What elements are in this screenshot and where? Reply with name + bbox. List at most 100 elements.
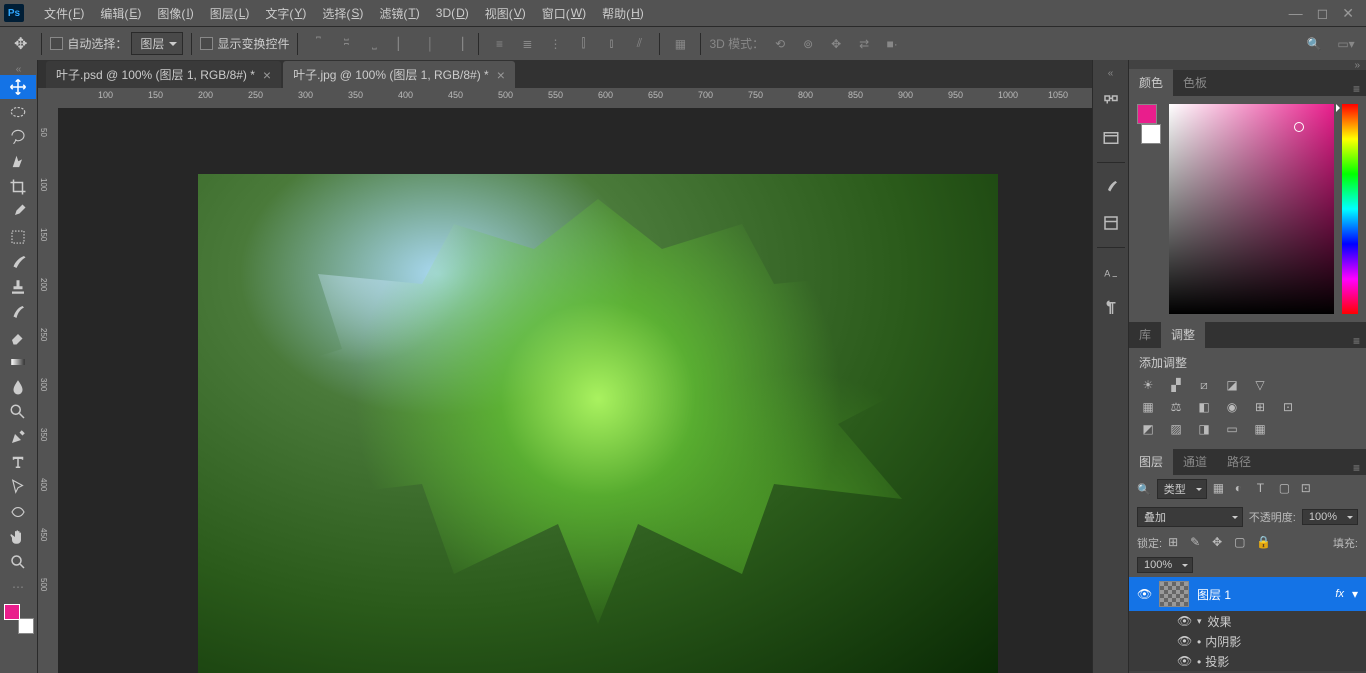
visibility-toggle[interactable]: 👁 <box>1177 634 1191 648</box>
color-panel-menu[interactable]: ≡ <box>1347 82 1366 96</box>
curves-icon[interactable]: ⧄ <box>1195 377 1213 393</box>
shape-tool[interactable] <box>0 500 36 524</box>
channel-mixer-icon[interactable]: ⊞ <box>1251 399 1269 415</box>
color-swatches[interactable] <box>4 604 34 634</box>
tab-close-icon[interactable]: × <box>497 67 505 83</box>
tab-layers[interactable]: 图层 <box>1129 448 1173 475</box>
align-top-icon[interactable]: ⎴ <box>306 32 330 56</box>
screen-mode-icon[interactable]: ▭▾ <box>1334 32 1358 56</box>
invert-icon[interactable]: ◩ <box>1139 421 1157 437</box>
distribute-6-icon[interactable]: ⫽ <box>627 32 651 56</box>
menu-图像[interactable]: 图像(I) <box>149 0 201 26</box>
dock-collapse[interactable]: « <box>1093 68 1128 78</box>
effects-header[interactable]: 👁 ▾ 效果 <box>1129 611 1366 631</box>
brightness-icon[interactable]: ☀ <box>1139 377 1157 393</box>
layer-row[interactable]: 👁 图层 1 fx ▾ <box>1129 577 1366 611</box>
fill-input[interactable]: 100% <box>1137 557 1193 573</box>
edit-toolbar[interactable]: ⋯ <box>0 575 36 599</box>
visibility-toggle[interactable]: 👁 <box>1137 587 1151 601</box>
show-transform-checkbox[interactable]: 显示变换控件 <box>200 35 289 52</box>
paragraph-panel-icon[interactable] <box>1099 296 1123 320</box>
type-tool[interactable] <box>0 450 36 474</box>
slide-3d-icon[interactable]: ⇄ <box>852 32 876 56</box>
color-field[interactable] <box>1169 104 1334 314</box>
hue-icon[interactable]: ▦ <box>1139 399 1157 415</box>
dodge-tool[interactable] <box>0 400 36 424</box>
path-select-tool[interactable] <box>0 475 36 499</box>
fx-badge[interactable]: fx <box>1335 588 1344 600</box>
zoom-tool[interactable] <box>0 550 36 574</box>
move-tool[interactable] <box>0 75 36 99</box>
ruler-origin[interactable] <box>38 88 58 108</box>
gradient-map-icon[interactable]: ▭ <box>1223 421 1241 437</box>
ruler-horizontal[interactable]: 1001502002503003504004505005506006507007… <box>58 88 1092 108</box>
vibrance-icon[interactable]: ▽ <box>1251 377 1269 393</box>
history-panel-icon[interactable] <box>1099 90 1123 114</box>
filter-pixel-icon[interactable]: ▦ <box>1213 481 1229 497</box>
lasso-tool[interactable] <box>0 125 36 149</box>
minimize-button[interactable]: — <box>1289 5 1303 22</box>
blend-mode-dropdown[interactable]: 叠加 <box>1137 507 1243 527</box>
close-button[interactable]: ✕ <box>1342 5 1354 22</box>
align-bottom-icon[interactable]: ⎵ <box>362 32 386 56</box>
menu-编辑[interactable]: 编辑(E) <box>92 0 149 26</box>
roll-3d-icon[interactable]: ⊚ <box>796 32 820 56</box>
menu-滤镜[interactable]: 滤镜(T) <box>371 0 427 26</box>
auto-select-checkbox[interactable]: 自动选择： <box>50 35 127 52</box>
brush-presets-icon[interactable] <box>1099 211 1123 235</box>
auto-align-icon[interactable]: ▦ <box>668 32 692 56</box>
levels-icon[interactable]: ▞ <box>1167 377 1185 393</box>
filter-adjust-icon[interactable]: ◐ <box>1235 481 1251 497</box>
properties-panel-icon[interactable] <box>1099 126 1123 150</box>
stamp-tool[interactable] <box>0 275 36 299</box>
pen-tool[interactable] <box>0 425 36 449</box>
crop-tool[interactable] <box>0 175 36 199</box>
layers-panel-menu[interactable]: ≡ <box>1347 461 1366 475</box>
tab-libraries[interactable]: 库 <box>1129 321 1161 348</box>
lock-artboard-icon[interactable]: ▢ <box>1234 535 1250 551</box>
brush-tool[interactable] <box>0 250 36 274</box>
menu-图层[interactable]: 图层(L) <box>202 0 258 26</box>
effect-inner-shadow[interactable]: 👁 内阴影 <box>1129 631 1366 651</box>
posterize-icon[interactable]: ▨ <box>1167 421 1185 437</box>
tab-swatches[interactable]: 色板 <box>1173 69 1217 96</box>
lock-position-icon[interactable]: ✥ <box>1212 535 1228 551</box>
bw-icon[interactable]: ◧ <box>1195 399 1213 415</box>
document-tab[interactable]: 叶子.psd @ 100% (图层 1, RGB/8#) *× <box>46 61 281 88</box>
layer-name[interactable]: 图层 1 <box>1197 586 1231 603</box>
filter-type-icon[interactable]: T <box>1257 481 1273 497</box>
orbit-3d-icon[interactable]: ⟲ <box>768 32 792 56</box>
fx-chevron-icon[interactable]: ▾ <box>1352 587 1358 601</box>
balance-icon[interactable]: ⚖ <box>1167 399 1185 415</box>
gradient-tool[interactable] <box>0 350 36 374</box>
selective-color-icon[interactable]: ▦ <box>1251 421 1269 437</box>
visibility-toggle[interactable]: 👁 <box>1177 654 1191 668</box>
distribute-4-icon[interactable]: ⫿ <box>571 32 595 56</box>
align-left-icon[interactable]: ▏ <box>390 32 414 56</box>
distribute-3-icon[interactable]: ⋮ <box>543 32 567 56</box>
tab-adjustments[interactable]: 调整 <box>1161 321 1205 348</box>
filter-shape-icon[interactable]: ▢ <box>1279 481 1295 497</box>
menu-选择[interactable]: 选择(S) <box>314 0 371 26</box>
eraser-tool[interactable] <box>0 325 36 349</box>
layer-thumbnail[interactable] <box>1159 581 1189 607</box>
marquee-tool[interactable] <box>0 100 36 124</box>
tab-channels[interactable]: 通道 <box>1173 448 1217 475</box>
align-hcenter-icon[interactable]: │ <box>418 32 442 56</box>
align-vcenter-icon[interactable]: ⎶ <box>334 32 358 56</box>
eyedropper-tool[interactable] <box>0 200 36 224</box>
history-brush-tool[interactable] <box>0 300 36 324</box>
color-picker-cursor[interactable] <box>1294 122 1304 132</box>
canvas-viewport[interactable] <box>58 108 1092 673</box>
align-right-icon[interactable]: ▕ <box>446 32 470 56</box>
menu-视图[interactable]: 视图(V) <box>477 0 534 26</box>
auto-select-target-dropdown[interactable]: 图层 <box>131 32 183 55</box>
panel-fg-swatch[interactable] <box>1137 104 1157 124</box>
menu-3D[interactable]: 3D(D) <box>428 0 477 26</box>
hue-slider[interactable] <box>1342 104 1358 314</box>
lock-transparency-icon[interactable]: ⊞ <box>1168 535 1184 551</box>
adjust-panel-menu[interactable]: ≡ <box>1347 334 1366 348</box>
hand-tool[interactable] <box>0 525 36 549</box>
distribute-1-icon[interactable]: ≡ <box>487 32 511 56</box>
tab-color[interactable]: 颜色 <box>1129 69 1173 96</box>
